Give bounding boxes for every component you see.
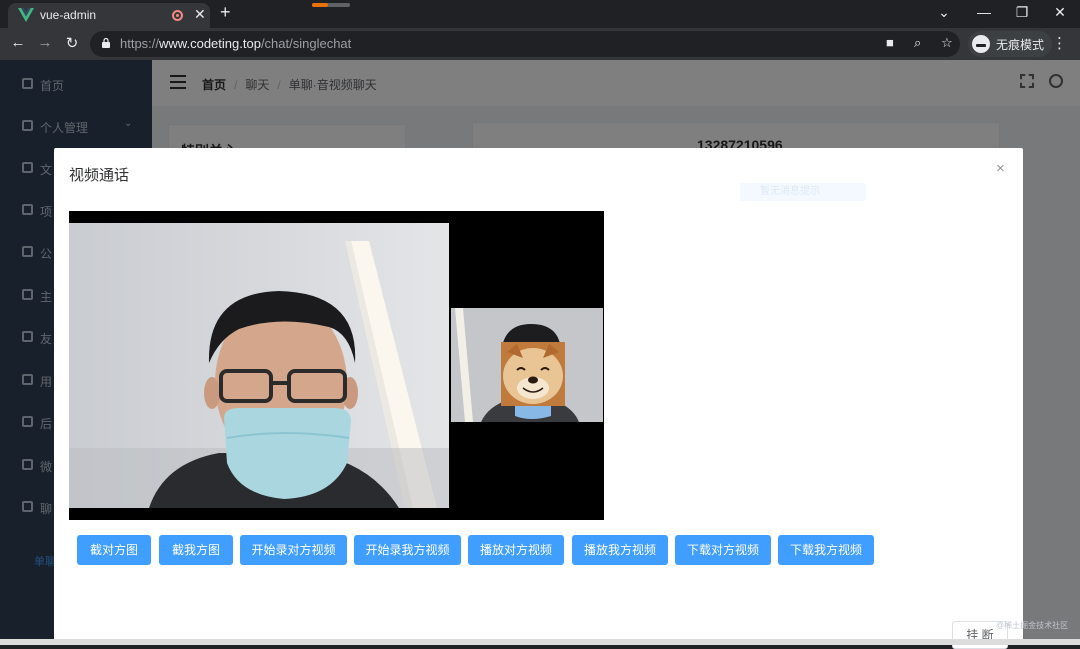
- recording-indicator-icon: [172, 10, 183, 21]
- url-text: https://www.codeting.top/chat/singlechat: [120, 36, 351, 51]
- menu-dots-icon[interactable]: ⋮: [1052, 34, 1067, 52]
- tab-close-icon[interactable]: ✕: [194, 6, 206, 23]
- forward-arrow-icon[interactable]: →: [36, 34, 54, 51]
- browser-tabstrip: vue-admin ✕ + ⌄ — ❐ ✕: [0, 0, 1080, 28]
- video-call-dialog: 视频通话 × 暂无消息提示 截对方图 截我方图 开始录对方视频 开始录我方视频 …: [54, 148, 1023, 649]
- camera-icon[interactable]: ■: [886, 35, 894, 50]
- close-icon[interactable]: ×: [996, 160, 1005, 177]
- play-peer-button[interactable]: 播放对方视频: [468, 535, 564, 565]
- remote-video-frame: [69, 223, 449, 508]
- window-bottom-edge: [0, 639, 1080, 645]
- local-video[interactable]: [451, 308, 603, 422]
- play-self-button[interactable]: 播放我方视频: [572, 535, 668, 565]
- local-video-frame: [451, 308, 603, 422]
- vue-logo-icon: [18, 8, 34, 22]
- restore-button[interactable]: ❐: [1012, 4, 1032, 21]
- new-tab-button[interactable]: +: [220, 2, 231, 23]
- incognito-label: 无痕模式: [996, 37, 1045, 52]
- download-self-button[interactable]: 下载我方视频: [778, 535, 874, 565]
- dialog-title: 视频通话: [69, 167, 130, 184]
- zoom-icon[interactable]: ⌕: [914, 35, 921, 51]
- reload-icon[interactable]: ↻: [63, 34, 81, 52]
- minimize-button[interactable]: —: [974, 4, 994, 20]
- incognito-badge[interactable]: 无痕模式: [968, 31, 1053, 57]
- download-peer-button[interactable]: 下载对方视频: [675, 535, 771, 565]
- url-host: www.codeting.top: [159, 36, 261, 51]
- watermark: @稀土掘金技术社区: [996, 621, 1069, 630]
- address-bar[interactable]: https://www.codeting.top/chat/singlechat…: [90, 31, 960, 57]
- browser-tab[interactable]: vue-admin ✕: [8, 3, 210, 28]
- back-arrow-icon[interactable]: ←: [9, 34, 27, 51]
- lock-icon: [102, 38, 110, 48]
- tab-search-icon[interactable]: ⌄: [934, 4, 954, 21]
- url-path: /chat/singlechat: [260, 36, 352, 51]
- capture-peer-button[interactable]: 截对方图: [77, 535, 151, 565]
- browser-toolbar: ← → ↻ https://www.codeting.top/chat/sing…: [0, 28, 1080, 60]
- incognito-icon: [972, 35, 990, 53]
- capture-self-button[interactable]: 截我方图: [159, 535, 233, 565]
- faint-notice-tag: 暂无消息提示: [740, 183, 866, 201]
- star-icon[interactable]: ☆: [941, 35, 953, 51]
- url-scheme: https://: [120, 36, 160, 51]
- video-stage: [69, 211, 604, 520]
- remote-video[interactable]: [69, 223, 449, 508]
- record-self-button[interactable]: 开始录我方视频: [354, 535, 461, 565]
- tab-title: vue-admin: [40, 8, 97, 22]
- media-indicator: [312, 3, 350, 7]
- close-window-button[interactable]: ✕: [1050, 4, 1070, 21]
- record-peer-button[interactable]: 开始录对方视频: [240, 535, 347, 565]
